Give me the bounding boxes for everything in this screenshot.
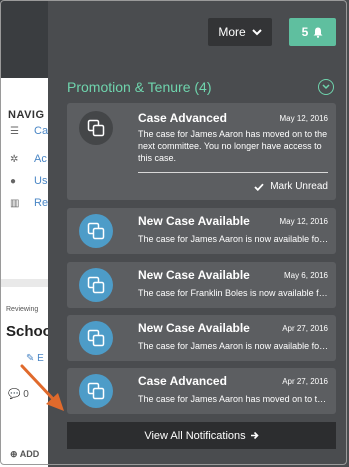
- notification-card-expanded[interactable]: Case Advanced May 12, 2016 The case for …: [67, 103, 336, 200]
- notification-message: The case for James Aaron is now availabl…: [138, 234, 330, 244]
- view-all-notifications-button[interactable]: View All Notifications: [67, 422, 336, 449]
- case-copy-icon: [79, 268, 113, 302]
- notification-title: New Case Available: [138, 321, 250, 335]
- collapse-section-button[interactable]: [318, 79, 334, 95]
- mark-unread-button[interactable]: Mark Unread: [254, 181, 328, 192]
- notification-card[interactable]: New Case Available May 12, 2016 The case…: [67, 208, 336, 254]
- notification-message: The case for James Aaron has moved on to…: [138, 394, 330, 404]
- chevron-down-icon: [322, 84, 330, 90]
- plus-icon: ⊕: [10, 449, 18, 459]
- users-icon: ●: [10, 176, 17, 187]
- arrow-right-icon: [250, 431, 259, 440]
- bar-chart-icon: ▥: [10, 198, 20, 209]
- notification-date: Apr 27, 2016: [282, 324, 328, 333]
- background-page-heading: Schoo: [6, 323, 52, 340]
- case-copy-icon: [79, 321, 113, 355]
- case-copy-icon: [79, 374, 113, 408]
- list-icon: ☰: [10, 126, 19, 137]
- more-button[interactable]: More: [208, 18, 272, 46]
- gear-icon: ✲: [10, 154, 19, 165]
- background-nav-item-reports[interactable]: ▥ Re: [10, 197, 48, 209]
- background-comment-count: 💬 0: [8, 389, 29, 400]
- notification-card[interactable]: Case Advanced Apr 27, 2016 The case for …: [67, 368, 336, 414]
- notification-date: May 12, 2016: [279, 114, 328, 123]
- notification-card[interactable]: New Case Available May 6, 2016 The case …: [67, 262, 336, 308]
- case-copy-icon: [79, 214, 113, 248]
- notification-date: Apr 27, 2016: [282, 377, 328, 386]
- notification-count: 5: [301, 25, 309, 39]
- more-label: More: [218, 25, 246, 39]
- pencil-icon: ✎: [26, 353, 35, 364]
- background-add-button[interactable]: ⊕ ADD: [10, 449, 39, 460]
- notifications-panel: More 5 Promotion & Tenure (4) Case Advan…: [48, 0, 349, 467]
- notification-date: May 12, 2016: [279, 217, 328, 226]
- section-title: Promotion & Tenure (4): [67, 79, 212, 95]
- notification-title: New Case Available: [138, 268, 250, 282]
- background-reviewing-label: Reviewing: [6, 306, 39, 313]
- case-copy-icon: [79, 111, 113, 145]
- notification-card[interactable]: New Case Available Apr 27, 2016 The case…: [67, 315, 336, 361]
- background-edit-link[interactable]: ✎ E: [26, 353, 44, 364]
- background-nav-item-users[interactable]: ● Us: [10, 175, 47, 187]
- view-all-label: View All Notifications: [144, 429, 246, 442]
- bell-icon: [313, 27, 323, 38]
- notification-message: The case for James Aaron is now availabl…: [138, 341, 330, 351]
- background-nav-item-activity[interactable]: ✲ Ac: [10, 153, 47, 165]
- background-nav-title: NAVIG: [8, 109, 45, 121]
- notification-title: Case Advanced: [138, 111, 227, 125]
- background-nav-item-cases[interactable]: ☰ Ca: [10, 125, 48, 137]
- notification-message: The case for James Aaron has moved on to…: [138, 129, 328, 163]
- notification-title: Case Advanced: [138, 374, 227, 388]
- notification-message: The case for Franklin Boles is now avail…: [138, 288, 330, 298]
- card-divider: [138, 172, 328, 173]
- chevron-down-icon: [251, 28, 262, 35]
- mark-unread-label: Mark Unread: [270, 181, 328, 192]
- notifications-button[interactable]: 5: [289, 18, 336, 46]
- comment-icon: 💬: [8, 389, 21, 400]
- notification-title: New Case Available: [138, 214, 250, 228]
- notification-date: May 6, 2016: [283, 271, 328, 280]
- checkmark-icon: [254, 183, 264, 191]
